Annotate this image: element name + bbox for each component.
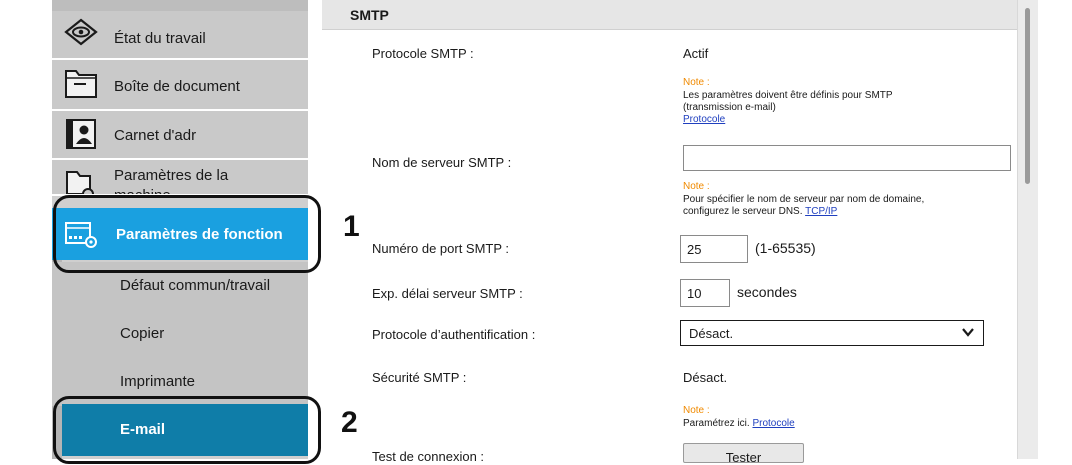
note-text: Paramétrez ici. Protocole [683,418,795,430]
subitem-label: Imprimante [120,373,196,390]
note-text: (transmission e-mail) [683,102,776,113]
scrollbar-thumb[interactable] [1025,8,1030,184]
protocol-link[interactable]: Protocole [752,418,794,429]
timeout-unit: secondes [737,284,797,300]
port-input[interactable] [680,235,748,263]
machine-settings-icon [64,168,98,194]
folder-icon [64,67,98,99]
section-header: SMTP [322,0,1017,30]
sidebar-item-label: Paramètres de la machine [114,167,229,196]
note-text: Les paramètres doivent être définis pour… [683,90,893,101]
connection-test-label: Test de connexion : [372,449,485,464]
auth-protocol-select[interactable]: Désact. [680,320,984,346]
callout-number-2: 2 [341,406,358,439]
test-button-label: Tester [725,450,762,465]
highlight-ring-function-settings [53,195,321,273]
smtp-security-label: Sécurité SMTP : [372,370,467,385]
timeout-input[interactable] [680,279,730,307]
note-heading: Note : [683,77,710,88]
note-text: Pour spécifier le nom de serveur par nom… [683,194,925,205]
smtp-protocol-value: Actif [683,46,709,61]
subitem-label: Défaut commun/travail [120,277,271,294]
sidebar-item-address-book[interactable]: Carnet d'adr [52,111,308,160]
test-button[interactable]: Tester [683,443,804,465]
server-name-label: Nom de serveur SMTP : [372,155,512,170]
note-text-part: Paramétrez ici. [683,418,750,429]
port-range: (1-65535) [755,240,816,256]
chevron-down-icon [961,325,975,344]
subitem-copy[interactable]: Copier [52,310,308,358]
port-label: Numéro de port SMTP : [372,241,510,256]
auth-protocol-label: Protocole d’authentification : [372,327,536,342]
sidebar-top-edge [52,0,308,11]
scrollbar[interactable] [1017,0,1039,459]
sidebar-item-job-status[interactable]: État du travail [52,0,308,60]
tcpip-link[interactable]: TCP/IP [805,206,837,217]
address-book-icon [64,118,98,150]
note-text: configurez le serveur DNS. TCP/IP [683,206,837,218]
note-heading: Note : [683,405,710,416]
eye-icon [64,18,98,50]
sidebar-item-machine-settings[interactable]: Paramètres de la machine [52,160,308,196]
sidebar-item-label: Carnet d'adr [114,127,197,144]
timeout-label: Exp. délai serveur SMTP : [372,286,523,301]
subitem-label: Copier [120,325,165,342]
highlight-ring-email [53,396,321,464]
auth-protocol-value: Désact. [689,326,734,341]
sidebar-item-label: État du travail [114,30,206,47]
callout-number-1: 1 [343,210,360,243]
protocol-link[interactable]: Protocole [683,114,725,126]
note-heading: Note : [683,181,710,192]
right-margin [1038,0,1072,459]
smtp-protocol-label: Protocole SMTP : [372,46,474,61]
sidebar-item-label: Boîte de document [114,78,240,95]
smtp-security-value: Désact. [683,370,728,385]
note-text-part: configurez le serveur DNS. [683,206,803,217]
sidebar-item-document-box[interactable]: Boîte de document [52,60,308,111]
server-name-input[interactable] [683,145,1011,171]
section-title: SMTP [350,7,389,23]
